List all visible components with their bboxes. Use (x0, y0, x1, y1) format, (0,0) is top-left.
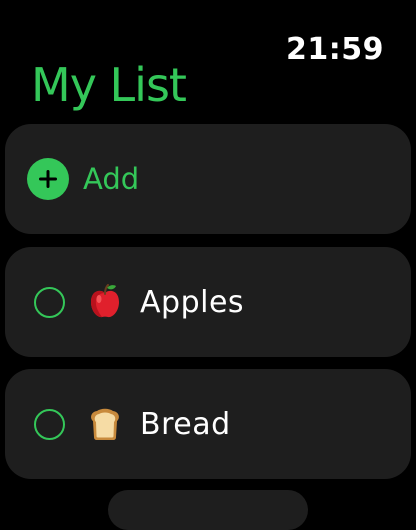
list-item-label: Bread (140, 406, 231, 442)
page-title: My List (31, 58, 187, 112)
status-time: 21:59 (286, 32, 384, 67)
plus-circle-icon (27, 158, 69, 200)
list-item[interactable]: Apples (5, 247, 411, 357)
list-item-peek[interactable] (108, 490, 308, 530)
bread-emoji-icon (87, 406, 123, 442)
add-button[interactable]: Add (5, 124, 411, 234)
checkbox-circle-icon[interactable] (34, 286, 65, 318)
list-item-label: Apples (140, 284, 245, 320)
apple-emoji-icon (87, 284, 123, 320)
checkbox-circle-icon[interactable] (34, 408, 65, 440)
add-button-label: Add (83, 162, 140, 196)
list-item[interactable]: Bread (5, 369, 411, 479)
